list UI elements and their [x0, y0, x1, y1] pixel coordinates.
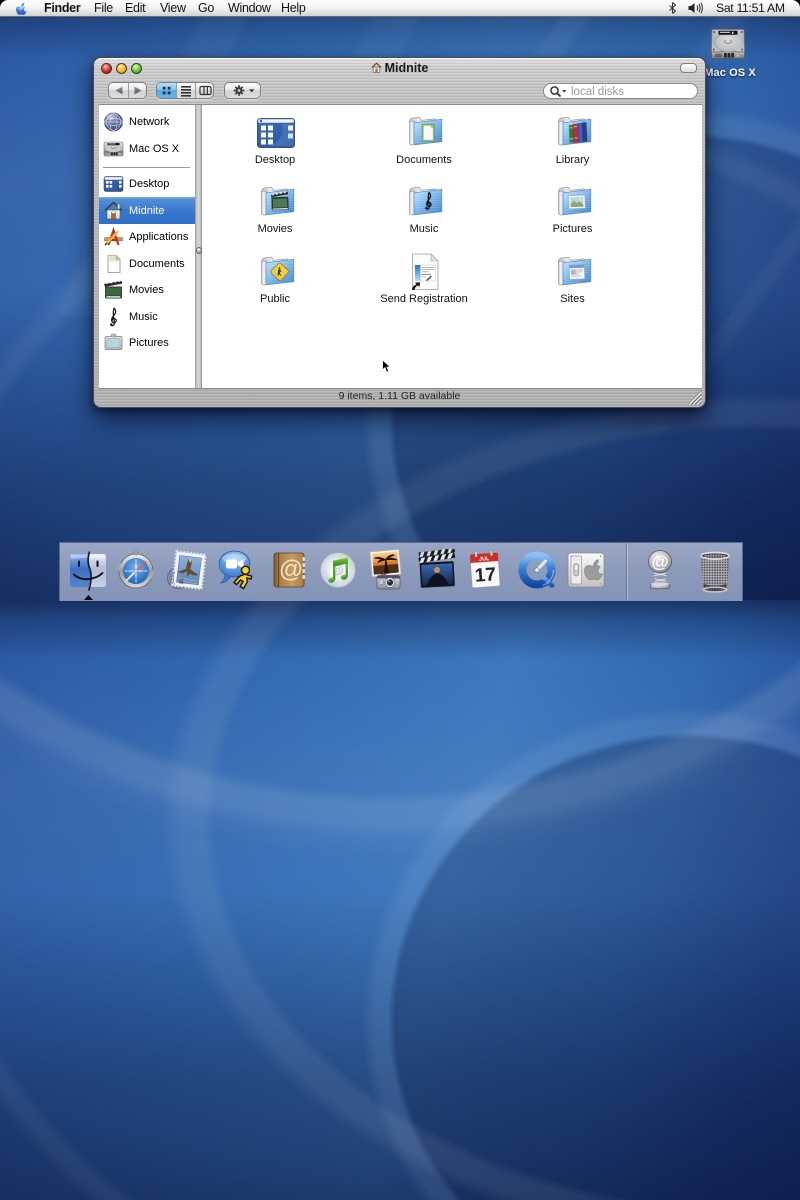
svg-text:@: @: [279, 556, 303, 583]
svg-text:JUL: JUL: [479, 556, 490, 563]
svg-text:@: @: [651, 551, 668, 571]
svg-text:17: 17: [474, 564, 497, 586]
